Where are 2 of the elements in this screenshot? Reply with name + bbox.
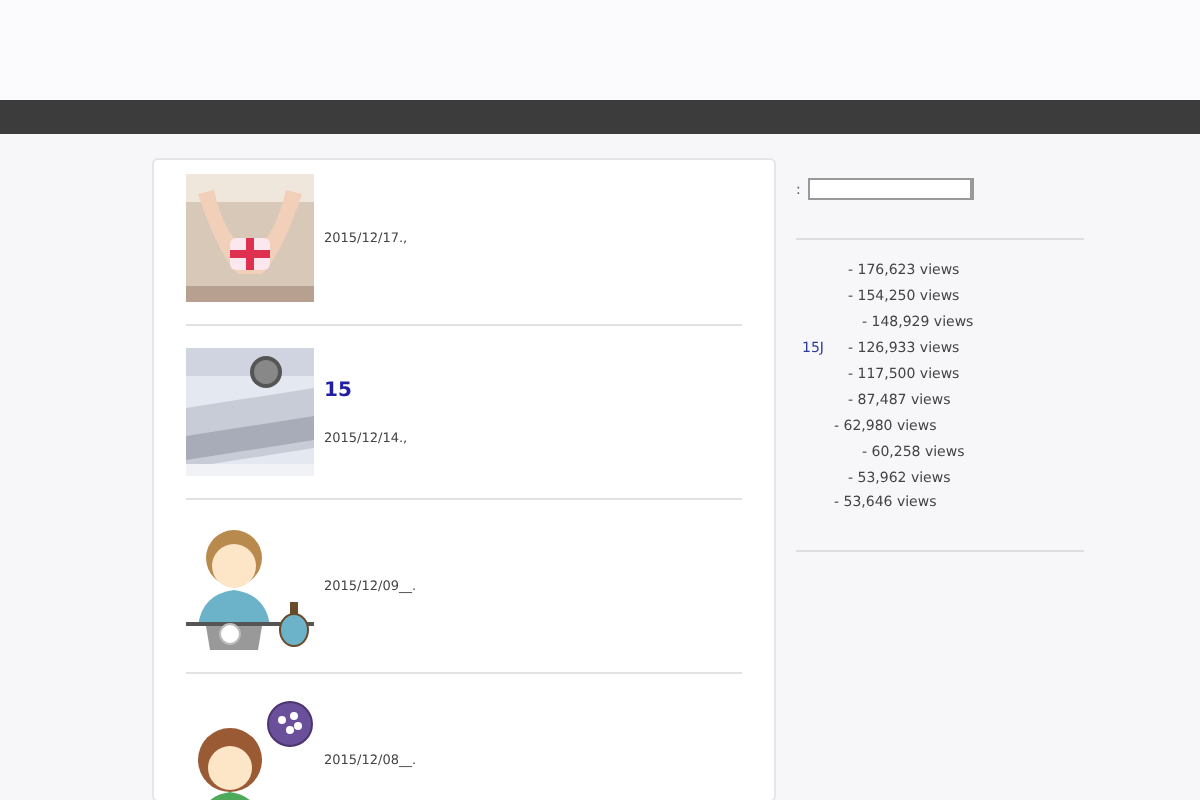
search-field[interactable] <box>808 178 975 200</box>
post-title[interactable]: 15 <box>324 379 408 401</box>
